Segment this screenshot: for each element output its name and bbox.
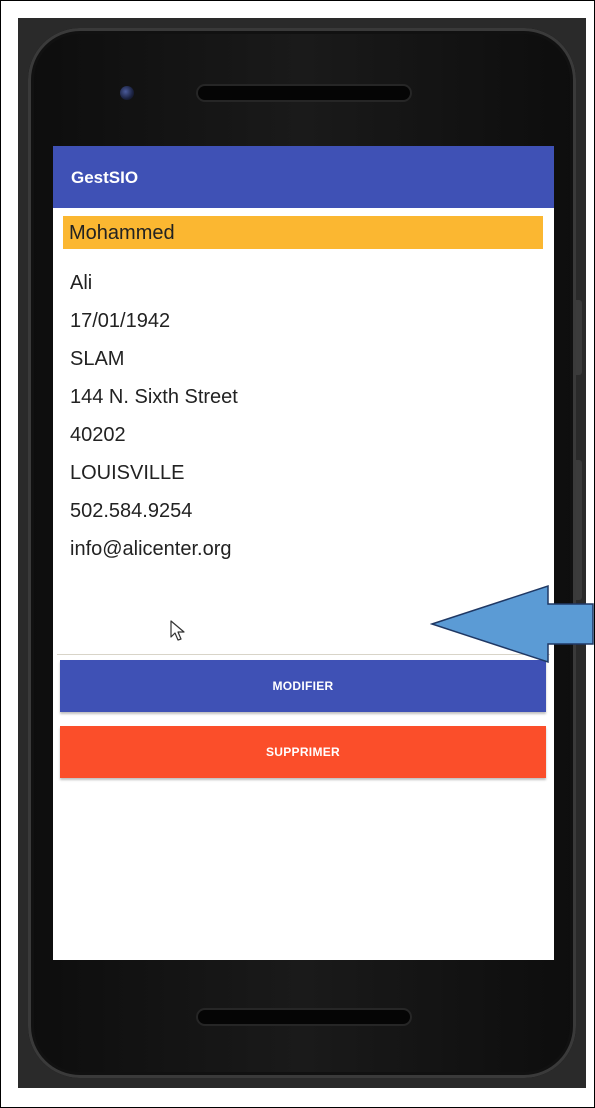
front-camera-icon — [120, 86, 134, 100]
date-naissance-field[interactable]: 17/01/1942 — [70, 310, 170, 333]
app-bar: GestSIO — [53, 146, 554, 208]
option-field[interactable]: SLAM — [70, 348, 124, 371]
supprimer-button[interactable]: SUPPRIMER — [60, 726, 546, 778]
left-arrow-icon — [430, 584, 594, 664]
modifier-button[interactable]: MODIFIER — [60, 660, 546, 712]
volume-button[interactable] — [576, 460, 582, 600]
adresse-field[interactable]: 144 N. Sixth Street — [70, 386, 238, 409]
app-title: GestSIO — [71, 168, 139, 187]
earpiece-speaker — [198, 86, 410, 100]
prenom-field[interactable]: Ali — [70, 272, 92, 295]
bottom-speaker — [198, 1010, 410, 1024]
code-postal-field[interactable]: 40202 — [70, 424, 126, 447]
ville-field[interactable]: LOUISVILLE — [70, 462, 185, 485]
nom-value: Mohammed — [69, 222, 175, 244]
telephone-field[interactable]: 502.584.9254 — [70, 500, 192, 523]
nom-field[interactable]: Mohammed — [63, 216, 543, 249]
power-button[interactable] — [576, 300, 582, 375]
phone-screen: GestSIO Mohammed Ali 17/01/1942 SLAM 144… — [53, 146, 554, 960]
email-field[interactable]: info@alicenter.org — [70, 538, 232, 561]
mouse-pointer-icon — [170, 620, 185, 641]
